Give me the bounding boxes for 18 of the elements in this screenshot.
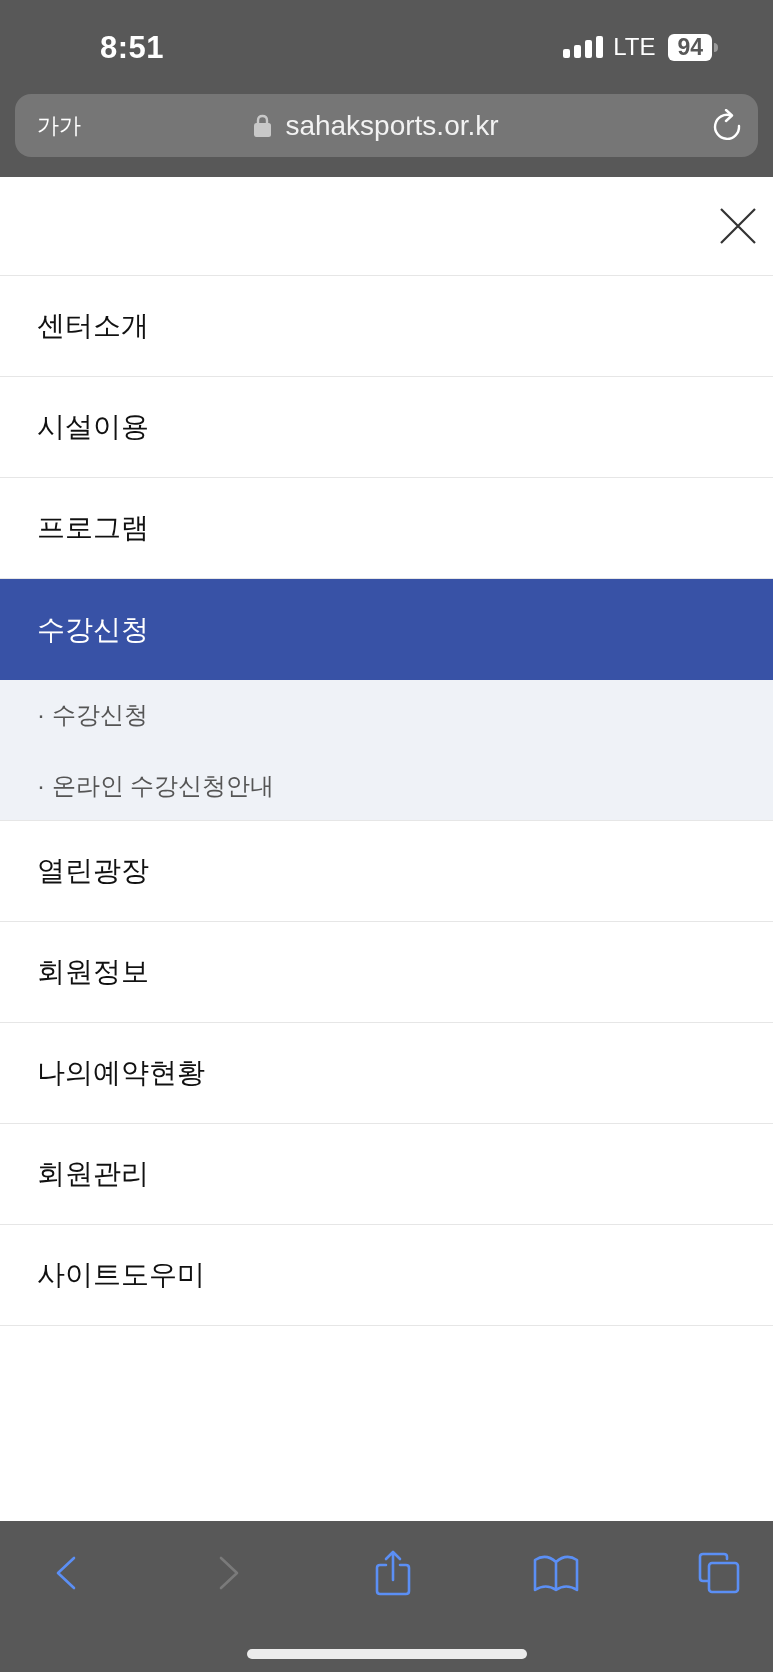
back-icon[interactable] bbox=[56, 1556, 76, 1590]
lock-icon bbox=[254, 114, 272, 137]
share-icon[interactable] bbox=[374, 1550, 411, 1596]
menu-item[interactable]: 수강신청 bbox=[0, 579, 773, 680]
submenu-item[interactable]: · 온라인 수강신청안내 bbox=[37, 768, 275, 804]
network-type: LTE bbox=[613, 35, 656, 59]
url-text: sahaksports.or.kr bbox=[285, 111, 499, 140]
reload-icon[interactable] bbox=[712, 109, 742, 142]
signal-icon bbox=[563, 36, 604, 58]
battery-cap-icon bbox=[714, 42, 718, 52]
tabs-icon[interactable] bbox=[698, 1552, 740, 1594]
close-icon[interactable] bbox=[720, 208, 756, 244]
submenu-item[interactable]: · 수강신청 bbox=[37, 697, 148, 733]
book-icon[interactable] bbox=[532, 1554, 579, 1592]
text-size-button[interactable]: 가가 bbox=[37, 114, 81, 137]
battery-indicator: 94 bbox=[668, 33, 712, 61]
status-time: 8:51 bbox=[100, 31, 165, 63]
address-bar[interactable]: 가가 sahaksports.or.kr bbox=[15, 94, 758, 157]
